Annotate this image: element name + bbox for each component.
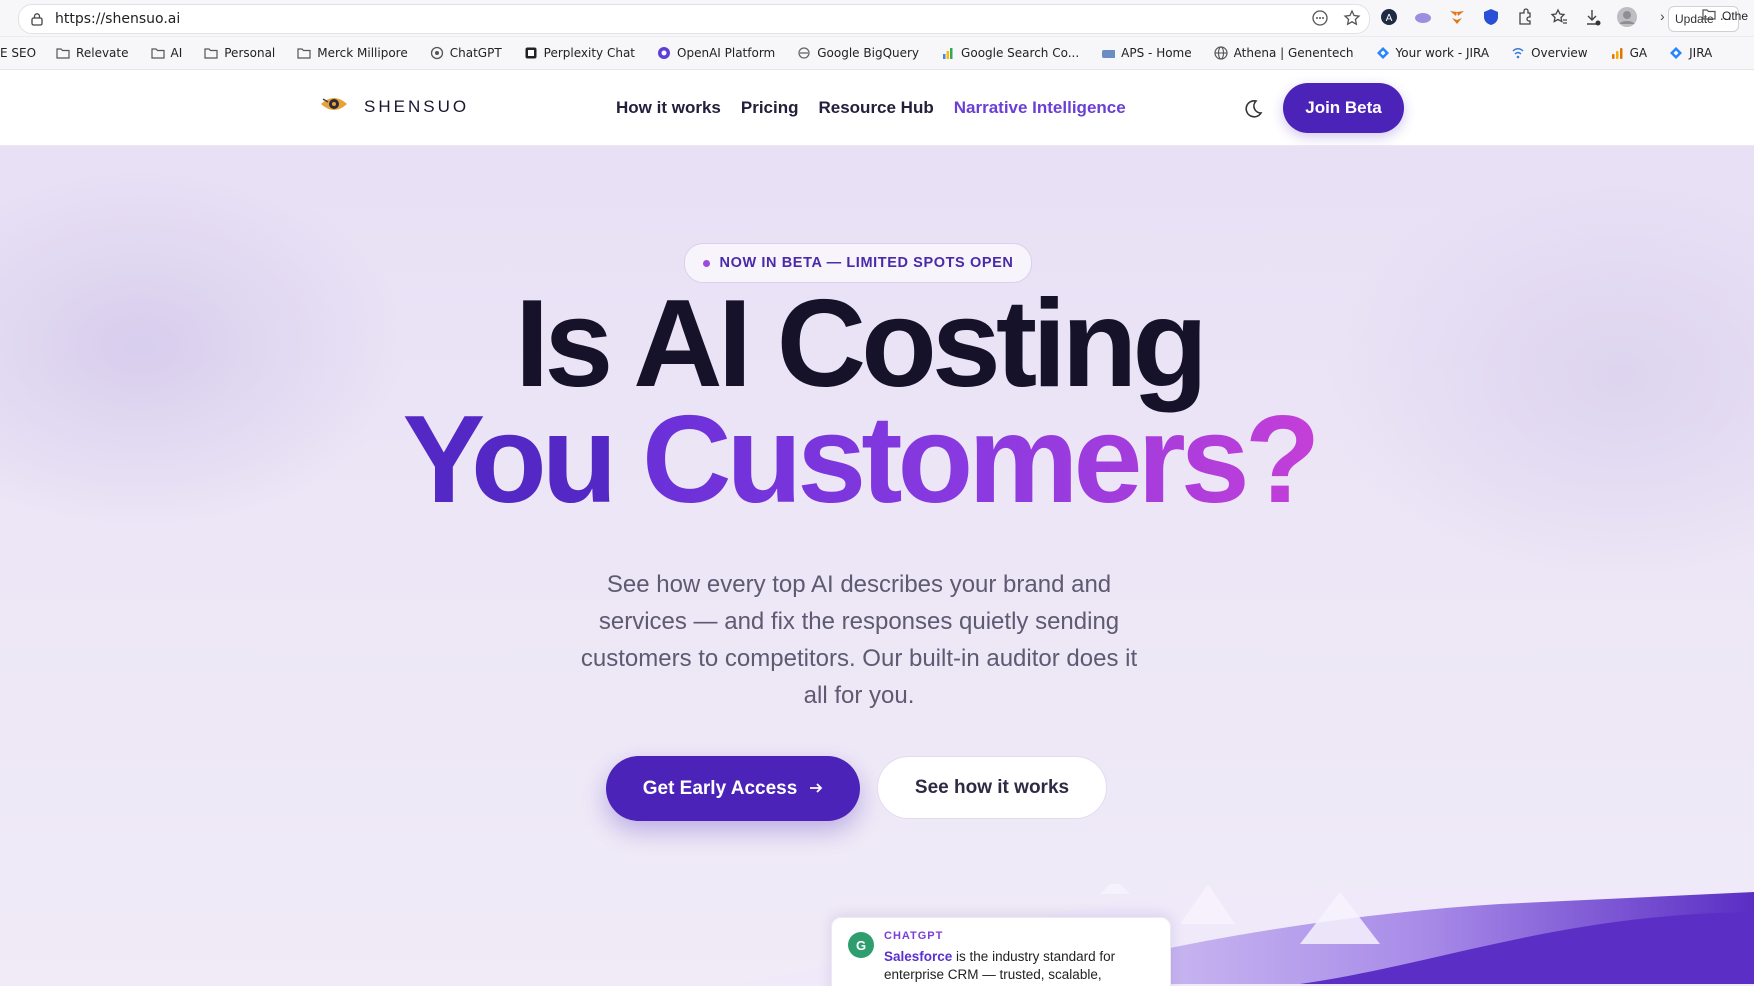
join-beta-button[interactable]: Join Beta [1283,83,1404,133]
bookmark-label: OpenAI Platform [677,46,776,60]
response-brand: Salesforce [884,949,953,964]
bookmark-item[interactable]: Google BigQuery [797,46,919,60]
bookmark-item[interactable]: Your work - JIRA [1376,46,1490,60]
bookmark-item[interactable]: Google Search Co... [941,46,1079,60]
perplexity-icon [524,46,538,60]
bookmark-item[interactable]: Athena | Genentech [1214,46,1354,60]
openai-icon [430,46,444,60]
favorite-star-icon[interactable] [1343,9,1361,32]
bookmark-label: Perplexity Chat [543,46,636,60]
bookmark-label: Personal [224,46,276,60]
bookmark-label: JIRA [1689,46,1713,60]
eye-logo-icon [320,94,348,119]
folder-icon [56,46,70,60]
bookmark-label: Google Search Co... [961,46,1080,60]
bookmark-item[interactable]: AI [150,46,183,60]
favorites-icon[interactable] [1548,6,1570,28]
nav-pricing[interactable]: Pricing [741,98,799,118]
url-text[interactable]: https://shensuo.ai [55,11,180,27]
bookmark-label: Relevate [76,46,129,60]
bookmark-item[interactable]: ChatGPT [430,46,502,60]
openai-platform-icon [657,46,671,60]
downloads-icon[interactable] [1582,6,1604,28]
chatgpt-avatar: G [848,932,874,958]
svg-text:A: A [1386,13,1393,24]
bookmark-label: Overview [1531,46,1588,60]
badge-dot [702,259,710,267]
jira-icon [1376,46,1390,60]
bookmark-label: AI [170,46,183,60]
bookmarks-bar: E SEO Relevate AI Personal Merck Millipore Ch… [0,37,1754,70]
site-logo[interactable]: SHENSUO [320,94,469,119]
get-early-access-button[interactable]: Get Early Access [606,756,860,821]
other-bookmarks[interactable]: Othe [1702,8,1748,23]
folder-icon [204,46,218,60]
bookmark-item[interactable]: APS - Home [1101,46,1192,60]
bookmark-label: ChatGPT [449,46,502,60]
hero-subcopy: See how every top AI describes your bran… [580,571,1138,709]
bitwarden-shield-icon[interactable] [1480,6,1502,28]
globe-icon [1214,46,1228,60]
aps-icon [1101,46,1116,60]
bookmark-label: Athena | Genentech [1233,46,1354,60]
headline-you: You [402,391,618,529]
reader-mode-icon[interactable] [1311,9,1329,32]
see-how-it-works-button[interactable]: See how it works [877,756,1107,819]
nav-narrative-intelligence[interactable]: Narrative Intelligence [954,98,1126,118]
bookmark-item[interactable]: E SEO [0,46,36,60]
bookmark-item[interactable]: GA [1610,46,1648,60]
profile-avatar-icon[interactable] [1616,6,1638,28]
bookmark-item[interactable]: JIRA [1669,46,1712,60]
hero-section: NOW IN BETA — LIMITED SPOTS OPEN Is AI C… [0,146,1754,986]
site-header: SHENSUO How it works Pricing Resource Hu… [0,70,1754,146]
bookmark-label: Your work - JIRA [1395,46,1490,60]
site-info-icon[interactable] [29,11,45,27]
bookmark-label: Google BigQuery [817,46,920,60]
folder-icon [150,46,165,60]
nav-resource-hub[interactable]: Resource Hub [818,98,933,118]
folder-icon [1702,8,1716,23]
bookmark-item[interactable]: Overview [1511,46,1588,60]
metamask-icon[interactable] [1446,6,1468,28]
other-bookmarks-label: Othe [1722,8,1749,23]
primary-nav: How it works Pricing Resource Hub Narrat… [616,98,1126,118]
bigquery-icon [797,46,811,60]
browser-toolbar: https://shensuo.ai A Update ⋯ [0,0,1754,37]
headline-line-2: You Customers? [0,398,1718,522]
bookmark-label: E SEO [0,46,37,60]
search-console-icon [941,46,955,60]
ai-response-card: G CHATGPT Salesforce is the industry sta… [831,917,1171,986]
beta-badge-text: NOW IN BETA — LIMITED SPOTS OPEN [719,255,1014,271]
bookmark-item[interactable]: OpenAI Platform [657,46,775,60]
overview-icon [1511,46,1525,60]
arrow-right-icon [809,778,823,800]
logo-wordmark: SHENSUO [364,96,470,116]
moon-theme-toggle-icon[interactable] [1242,98,1264,120]
bookmark-label: APS - Home [1121,46,1192,60]
response-source-label: CHATGPT [884,930,944,942]
extension-a-icon[interactable]: A [1378,6,1400,28]
bookmark-item[interactable]: Perplexity Chat [524,46,635,60]
bookmark-label: Merck Millipore [317,46,408,60]
address-bar[interactable]: https://shensuo.ai [18,4,1370,34]
bookmark-label: GA [1629,46,1648,60]
nav-how-it-works[interactable]: How it works [616,98,721,118]
extension-cloud-icon[interactable] [1412,6,1434,28]
folder-icon [297,46,311,60]
cta-primary-label: Get Early Access [642,777,798,799]
analytics-icon [1610,46,1624,60]
response-text: Salesforce is the industry standard for … [884,948,1154,984]
bookmark-item[interactable]: Merck Millipore [297,46,408,60]
headline-customers: Customers? [641,391,1320,529]
headline-line-1: Is AI Costing [514,275,1208,413]
bookmarks-overflow-chevron-icon[interactable]: › [1660,8,1665,24]
extensions-puzzle-icon[interactable] [1514,6,1536,28]
jira-icon [1669,46,1683,60]
bookmark-item[interactable]: Personal [204,46,275,60]
bookmark-item[interactable]: Relevate [56,46,129,60]
